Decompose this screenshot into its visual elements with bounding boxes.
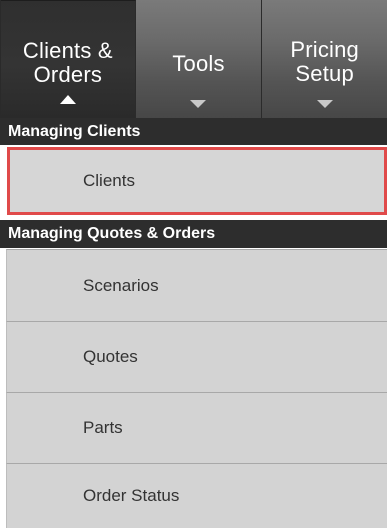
navigation-panel: Clients & Orders Tools Pricing Setup Man… bbox=[0, 0, 387, 528]
tab-pricing-setup[interactable]: Pricing Setup bbox=[262, 0, 387, 118]
menu-item-clients[interactable]: Clients bbox=[7, 147, 387, 215]
tab-label: Tools bbox=[172, 51, 225, 76]
menu-item-label: Parts bbox=[83, 418, 123, 437]
tab-clients-orders[interactable]: Clients & Orders bbox=[1, 0, 136, 118]
section-header-managing-clients: Managing Clients bbox=[0, 118, 387, 145]
tab-label: Pricing Setup bbox=[290, 37, 359, 86]
menu-item-scenarios[interactable]: Scenarios bbox=[6, 249, 387, 321]
menu-item-label: Quotes bbox=[83, 347, 138, 366]
tab-label: Clients & Orders bbox=[22, 38, 113, 87]
section-header-managing-quotes-orders: Managing Quotes & Orders bbox=[0, 220, 387, 248]
menu-item-label: Scenarios bbox=[83, 275, 159, 295]
menu-item-quotes[interactable]: Quotes bbox=[6, 321, 387, 392]
menu-item-label: Order Status bbox=[83, 486, 180, 505]
menu-item-order-status[interactable]: Order Status bbox=[6, 463, 387, 528]
triangle-down-icon bbox=[316, 100, 333, 108]
menu-item-parts[interactable]: Parts bbox=[6, 392, 387, 463]
top-tab-bar: Clients & Orders Tools Pricing Setup bbox=[0, 0, 387, 118]
menu-item-label: Clients bbox=[83, 171, 135, 190]
triangle-up-icon bbox=[59, 95, 76, 104]
tab-tools[interactable]: Tools bbox=[135, 0, 263, 118]
triangle-down-icon bbox=[190, 100, 207, 108]
